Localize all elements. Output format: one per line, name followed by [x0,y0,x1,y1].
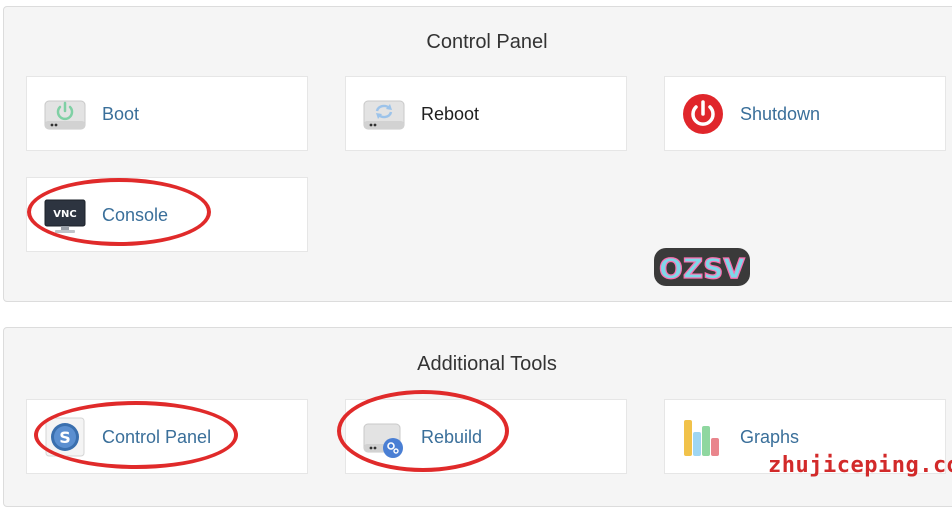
watermark-text: zhujiceping.com [768,453,952,478]
shutdown-label: Shutdown [740,104,821,124]
drive-gears-icon [363,423,403,458]
svg-text:S: S [59,428,71,447]
rebuild-label: Rebuild [421,427,483,447]
graphs-label: Graphs [740,427,800,447]
boot-button[interactable]: Boot [26,76,308,151]
shutdown-button[interactable]: Shutdown [664,76,946,151]
svg-text:VNC: VNC [53,209,76,220]
console-button[interactable]: VNC Console [26,177,308,252]
console-label: Console [102,205,169,225]
reboot-button[interactable]: Reboot [345,76,627,151]
boot-label: Boot [102,104,140,124]
power-button-icon [683,94,723,134]
control-panel-tool-label: Control Panel [102,427,212,447]
drive-refresh-icon [363,100,405,130]
control-panel-tool-button[interactable]: S Control Panel [26,399,308,474]
svg-text:OZSV: OZSV [659,252,745,285]
reboot-label: Reboot [421,104,480,124]
bar-graph-icon [684,420,719,456]
section-title: Additional Tools [417,353,557,375]
control-panel-section: Control Panel [3,6,952,302]
ozsv-sticker: OZSV [654,248,750,286]
solusvm-logo-icon: S [45,417,85,457]
rebuild-button[interactable]: Rebuild [345,399,627,474]
drive-power-icon [44,100,86,130]
vnc-monitor-icon: VNC [44,199,86,233]
section-title: Control Panel [426,31,548,53]
